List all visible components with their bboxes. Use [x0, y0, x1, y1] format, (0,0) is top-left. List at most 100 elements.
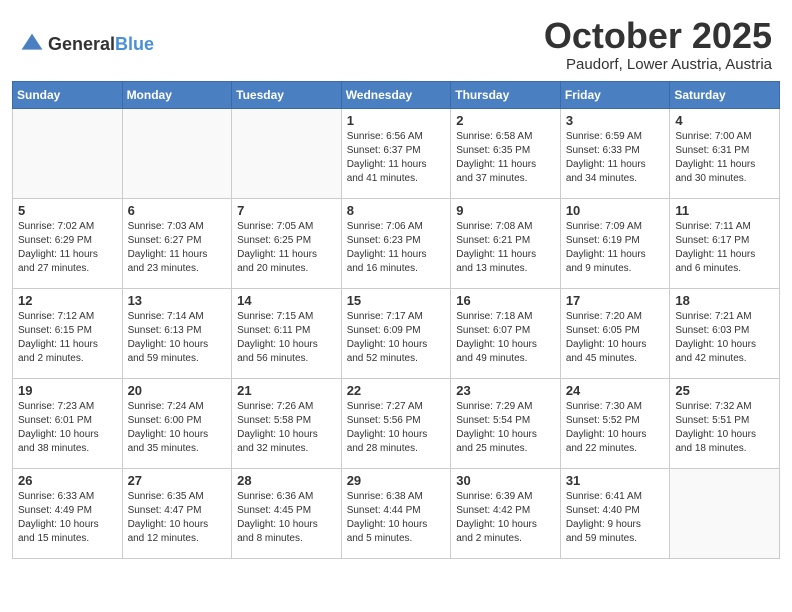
day-info: Sunrise: 7:09 AM Sunset: 6:19 PM Dayligh… — [566, 220, 665, 276]
day-info: Sunrise: 7:11 AM Sunset: 6:17 PM Dayligh… — [675, 220, 774, 276]
logo-text-general: General — [48, 34, 115, 54]
weekday-header-row: SundayMondayTuesdayWednesdayThursdayFrid… — [13, 81, 780, 108]
calendar-cell: 18Sunrise: 7:21 AM Sunset: 6:03 PM Dayli… — [670, 288, 780, 378]
calendar-cell: 8 Sunrise: 7:06 AM Sunset: 6:23 PM Daylig… — [341, 198, 451, 288]
day-number: 15 — [347, 293, 446, 308]
calendar-cell: 16Sunrise: 7:18 AM Sunset: 6:07 PM Dayli… — [451, 288, 561, 378]
day-info: Sunrise: 7:26 AM Sunset: 5:58 PM Dayligh… — [237, 400, 336, 456]
day-info: Sunrise: 6:41 AM Sunset: 4:40 PM Dayligh… — [566, 490, 665, 546]
month-title: October 2025 — [544, 16, 772, 56]
day-number: 9 — [456, 203, 555, 218]
day-number: 3 — [566, 113, 665, 128]
calendar-cell — [122, 108, 232, 198]
day-number: 20 — [128, 383, 227, 398]
day-info: Sunrise: 7:03 AM Sunset: 6:27 PM Dayligh… — [128, 220, 227, 276]
day-number: 31 — [566, 473, 665, 488]
day-number: 18 — [675, 293, 774, 308]
day-number: 26 — [18, 473, 117, 488]
calendar-cell: 4 Sunrise: 7:00 AM Sunset: 6:31 PM Daylig… — [670, 108, 780, 198]
day-number: 16 — [456, 293, 555, 308]
day-number: 14 — [237, 293, 336, 308]
calendar-cell: 1Sunrise: 6:56 AM Sunset: 6:37 PM Daylig… — [341, 108, 451, 198]
logo-text-blue: Blue — [115, 34, 154, 54]
weekday-header: Sunday — [13, 81, 123, 108]
day-number: 1 — [347, 113, 446, 128]
calendar-cell: 7Sunrise: 7:05 AM Sunset: 6:25 PM Daylig… — [232, 198, 342, 288]
day-number: 28 — [237, 473, 336, 488]
week-row: 26 Sunrise: 6:33 AM Sunset: 4:49 PM Dayli… — [13, 468, 780, 558]
day-info: Sunrise: 6:33 AM Sunset: 4:49 PM Dayligh… — [18, 490, 117, 546]
day-info: Sunrise: 7:15 AM Sunset: 6:11 PM Dayligh… — [237, 310, 336, 366]
title-block: October 2025 Paudorf, Lower Austria, Aus… — [544, 16, 772, 73]
day-info: Sunrise: 6:38 AM Sunset: 4:44 PM Dayligh… — [347, 490, 446, 546]
day-number: 4 — [675, 113, 774, 128]
day-number: 25 — [675, 383, 774, 398]
calendar-cell: 17Sunrise: 7:20 AM Sunset: 6:05 PM Dayli… — [560, 288, 670, 378]
calendar-cell: 29 Sunrise: 6:38 AM Sunset: 4:44 PM Dayli… — [341, 468, 451, 558]
calendar-cell: 14 Sunrise: 7:15 AM Sunset: 6:11 PM Dayli… — [232, 288, 342, 378]
weekday-header: Friday — [560, 81, 670, 108]
day-number: 21 — [237, 383, 336, 398]
day-info: Sunrise: 7:30 AM Sunset: 5:52 PM Dayligh… — [566, 400, 665, 456]
calendar-cell: 9 Sunrise: 7:08 AM Sunset: 6:21 PM Daylig… — [451, 198, 561, 288]
calendar-cell: 2 Sunrise: 6:58 AM Sunset: 6:35 PM Daylig… — [451, 108, 561, 198]
day-number: 2 — [456, 113, 555, 128]
day-info: Sunrise: 6:59 AM Sunset: 6:33 PM Dayligh… — [566, 130, 665, 186]
calendar-cell: 24Sunrise: 7:30 AM Sunset: 5:52 PM Dayli… — [560, 378, 670, 468]
day-info: Sunrise: 7:12 AM Sunset: 6:15 PM Dayligh… — [18, 310, 117, 366]
day-number: 13 — [128, 293, 227, 308]
day-number: 30 — [456, 473, 555, 488]
day-info: Sunrise: 7:05 AM Sunset: 6:25 PM Dayligh… — [237, 220, 336, 276]
day-info: Sunrise: 7:00 AM Sunset: 6:31 PM Dayligh… — [675, 130, 774, 186]
calendar-cell: 30 Sunrise: 6:39 AM Sunset: 4:42 PM Dayli… — [451, 468, 561, 558]
calendar-cell: 13 Sunrise: 7:14 AM Sunset: 6:13 PM Dayli… — [122, 288, 232, 378]
calendar-cell — [13, 108, 123, 198]
calendar-cell: 31 Sunrise: 6:41 AM Sunset: 4:40 PM Dayli… — [560, 468, 670, 558]
calendar-cell: 28 Sunrise: 6:36 AM Sunset: 4:45 PM Dayli… — [232, 468, 342, 558]
day-info: Sunrise: 7:24 AM Sunset: 6:00 PM Dayligh… — [128, 400, 227, 456]
day-info: Sunrise: 6:36 AM Sunset: 4:45 PM Dayligh… — [237, 490, 336, 546]
day-number: 27 — [128, 473, 227, 488]
calendar-cell: 22Sunrise: 7:27 AM Sunset: 5:56 PM Dayli… — [341, 378, 451, 468]
week-row: 5Sunrise: 7:02 AM Sunset: 6:29 PM Daylig… — [13, 198, 780, 288]
calendar-cell — [232, 108, 342, 198]
day-number: 22 — [347, 383, 446, 398]
day-number: 11 — [675, 203, 774, 218]
day-info: Sunrise: 6:58 AM Sunset: 6:35 PM Dayligh… — [456, 130, 555, 186]
day-number: 19 — [18, 383, 117, 398]
week-row: 12 Sunrise: 7:12 AM Sunset: 6:15 PM Dayli… — [13, 288, 780, 378]
day-info: Sunrise: 7:17 AM Sunset: 6:09 PM Dayligh… — [347, 310, 446, 366]
calendar-cell: 20 Sunrise: 7:24 AM Sunset: 6:00 PM Dayli… — [122, 378, 232, 468]
calendar-table: SundayMondayTuesdayWednesdayThursdayFrid… — [12, 81, 780, 559]
day-number: 17 — [566, 293, 665, 308]
calendar-cell: 23Sunrise: 7:29 AM Sunset: 5:54 PM Dayli… — [451, 378, 561, 468]
day-info: Sunrise: 7:23 AM Sunset: 6:01 PM Dayligh… — [18, 400, 117, 456]
weekday-header: Wednesday — [341, 81, 451, 108]
calendar-cell: 5Sunrise: 7:02 AM Sunset: 6:29 PM Daylig… — [13, 198, 123, 288]
day-info: Sunrise: 7:08 AM Sunset: 6:21 PM Dayligh… — [456, 220, 555, 276]
day-number: 6 — [128, 203, 227, 218]
calendar-cell: 27 Sunrise: 6:35 AM Sunset: 4:47 PM Dayli… — [122, 468, 232, 558]
calendar-cell: 19 Sunrise: 7:23 AM Sunset: 6:01 PM Dayli… — [13, 378, 123, 468]
weekday-header: Tuesday — [232, 81, 342, 108]
calendar-cell: 26 Sunrise: 6:33 AM Sunset: 4:49 PM Dayli… — [13, 468, 123, 558]
day-info: Sunrise: 7:06 AM Sunset: 6:23 PM Dayligh… — [347, 220, 446, 276]
week-row: 1Sunrise: 6:56 AM Sunset: 6:37 PM Daylig… — [13, 108, 780, 198]
day-number: 10 — [566, 203, 665, 218]
day-info: Sunrise: 6:39 AM Sunset: 4:42 PM Dayligh… — [456, 490, 555, 546]
day-number: 23 — [456, 383, 555, 398]
day-number: 12 — [18, 293, 117, 308]
day-number: 29 — [347, 473, 446, 488]
weekday-header: Saturday — [670, 81, 780, 108]
calendar-cell — [670, 468, 780, 558]
calendar-cell: 25Sunrise: 7:32 AM Sunset: 5:51 PM Dayli… — [670, 378, 780, 468]
logo-icon — [20, 32, 44, 56]
page-header: GeneralBlue October 2025 Paudorf, Lower … — [0, 0, 792, 81]
day-info: Sunrise: 6:35 AM Sunset: 4:47 PM Dayligh… — [128, 490, 227, 546]
weekday-header: Thursday — [451, 81, 561, 108]
day-number: 8 — [347, 203, 446, 218]
calendar-cell: 11 Sunrise: 7:11 AM Sunset: 6:17 PM Dayli… — [670, 198, 780, 288]
calendar-cell: 15 Sunrise: 7:17 AM Sunset: 6:09 PM Dayli… — [341, 288, 451, 378]
day-info: Sunrise: 7:14 AM Sunset: 6:13 PM Dayligh… — [128, 310, 227, 366]
calendar-cell: 21 Sunrise: 7:26 AM Sunset: 5:58 PM Dayli… — [232, 378, 342, 468]
